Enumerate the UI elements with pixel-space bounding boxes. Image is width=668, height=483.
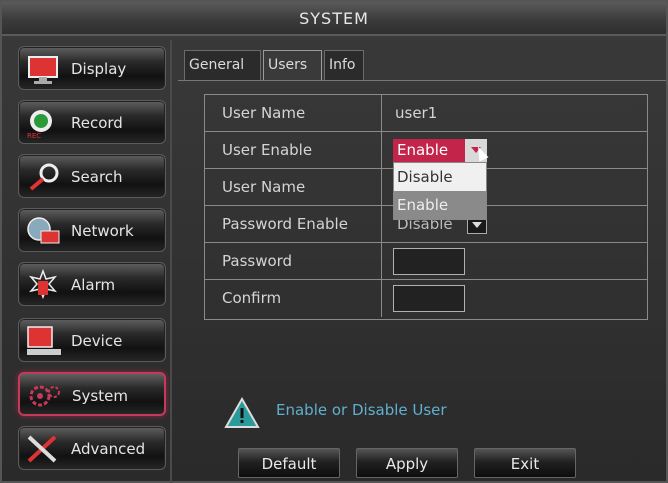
sidebar-item-device[interactable]: Device — [18, 318, 166, 362]
confirm-label: Confirm — [222, 289, 282, 307]
tab-underline — [178, 80, 666, 81]
user-name-label: User Name — [222, 104, 306, 122]
sidebar-item-label: Display — [71, 60, 127, 78]
apply-button[interactable]: Apply — [356, 448, 458, 478]
sidebar-item-network[interactable]: Network — [18, 208, 166, 252]
exit-button[interactable]: Exit — [474, 448, 576, 478]
sidebar-item-system[interactable]: System — [18, 372, 166, 416]
confirm-password-field[interactable] — [393, 285, 465, 312]
sidebar-divider — [170, 40, 172, 483]
svg-text:REC: REC — [27, 132, 41, 139]
warning-icon — [224, 396, 260, 429]
form-row: User Name user1 — [205, 95, 647, 132]
default-button[interactable]: Default — [238, 448, 340, 478]
user-name-edit-label: User Name — [222, 178, 306, 196]
password-label: Password — [222, 252, 293, 270]
user-enable-dropdown: Disable Enable — [393, 162, 487, 220]
user-enable-value: Enable — [397, 141, 449, 159]
sidebar-item-advanced[interactable]: Advanced — [18, 426, 166, 470]
dropdown-option-disable[interactable]: Disable — [394, 163, 486, 191]
sidebar-item-label: Device — [71, 332, 123, 350]
user-enable-select[interactable]: Enable — [393, 139, 487, 162]
system-window: SYSTEM Display REC Record Search Network — [0, 0, 668, 483]
sidebar-item-label: Alarm — [71, 276, 116, 294]
sidebar-item-label: Advanced — [71, 440, 146, 458]
alarm-icon — [25, 268, 63, 301]
window-title: SYSTEM — [2, 2, 666, 36]
tab-general[interactable]: General — [184, 50, 261, 80]
password-field[interactable] — [393, 248, 465, 275]
sidebar-item-label: Search — [71, 168, 123, 186]
sidebar-item-display[interactable]: Display — [18, 46, 166, 90]
tab-info[interactable]: Info — [324, 50, 364, 80]
sidebar-item-search[interactable]: Search — [18, 154, 166, 198]
sidebar: Display REC Record Search Network Alarm — [10, 42, 168, 478]
user-enable-label: User Enable — [222, 141, 313, 159]
sidebar-item-label: Network — [71, 222, 134, 240]
dropdown-option-enable[interactable]: Enable — [394, 191, 486, 219]
gear-icon — [26, 380, 64, 412]
hint-text: Enable or Disable User — [276, 401, 447, 419]
form-row: Confirm — [205, 280, 647, 317]
sidebar-item-label: System — [72, 387, 128, 405]
sidebar-item-alarm[interactable]: Alarm — [18, 262, 166, 306]
form-row: Password — [205, 243, 647, 280]
password-enable-label: Password Enable — [222, 215, 348, 233]
network-icon — [25, 215, 63, 247]
record-icon: REC — [25, 107, 63, 140]
tools-icon — [25, 433, 63, 465]
user-name-select[interactable]: user1 — [395, 95, 437, 132]
monitor-icon — [25, 53, 63, 85]
search-icon — [25, 161, 63, 193]
device-icon — [25, 325, 63, 357]
tab-users[interactable]: Users — [263, 50, 322, 80]
sidebar-item-record[interactable]: REC Record — [18, 100, 166, 144]
sidebar-item-label: Record — [71, 114, 123, 132]
